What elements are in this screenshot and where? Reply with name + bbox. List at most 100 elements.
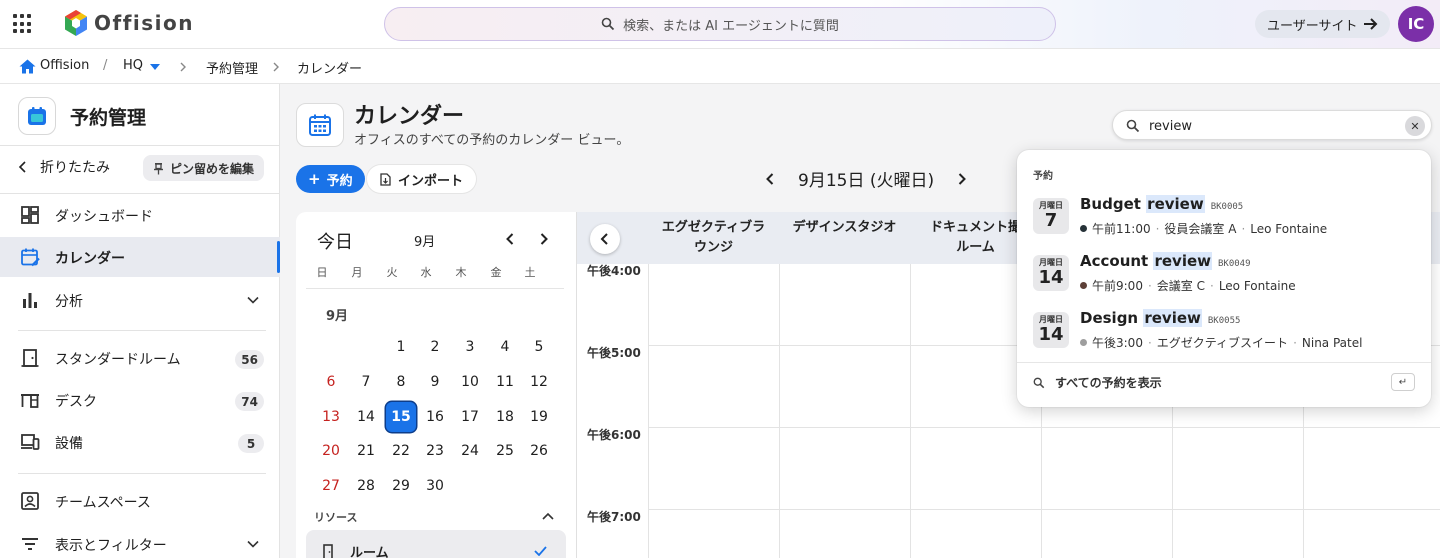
new-booking-button[interactable]: + 予約 [296, 165, 365, 193]
page-title: カレンダー [354, 104, 465, 129]
column-header-executive-lounge[interactable]: エグゼクティブラ ウンジ [648, 218, 779, 258]
chevron-down-icon[interactable] [246, 537, 260, 551]
result-title: Design review BK0055 [1080, 309, 1240, 327]
caret-down-icon[interactable] [150, 64, 160, 70]
booking-search-input[interactable] [1149, 116, 1399, 136]
clear-search-icon[interactable]: ✕ [1405, 116, 1425, 136]
calendar-day[interactable]: 8 [386, 367, 416, 397]
door-icon [21, 349, 39, 367]
sidebar-item-team-spaces[interactable]: チームスペース [0, 481, 280, 521]
sidebar-item-label: 設備 [55, 436, 83, 452]
scroll-back-button[interactable] [590, 224, 620, 254]
calendar-day[interactable]: 21 [351, 436, 381, 466]
result-title-highlight: review [1143, 309, 1202, 327]
calendar-day[interactable]: 1 [386, 332, 416, 362]
sidebar-item-desks[interactable]: デスク 74 [0, 380, 280, 420]
calendar-day[interactable]: 20 [316, 436, 346, 466]
chevron-right-icon[interactable] [536, 231, 552, 247]
page-icon [296, 103, 344, 147]
grid-column-line [779, 264, 780, 558]
show-all-bookings-button[interactable]: すべての予約を表示 [1033, 374, 1162, 391]
calendar-day[interactable]: 2 [420, 332, 450, 362]
search-icon [601, 17, 615, 31]
calendar-day[interactable]: 5 [524, 332, 554, 362]
pin-icon [154, 162, 163, 174]
calendar-day[interactable]: 10 [455, 367, 485, 397]
chevron-down-icon[interactable] [246, 293, 260, 307]
calendar-day[interactable]: 22 [386, 436, 416, 466]
column-header-design-studio[interactable]: デザインスタジオ [779, 218, 910, 238]
calendar-day[interactable]: 23 [420, 436, 450, 466]
date-badge: 月曜日 7 [1033, 198, 1069, 234]
calendar-day[interactable]: 16 [420, 402, 450, 432]
sidebar-item-calendar[interactable]: カレンダー [0, 237, 280, 277]
calendar-day-selected[interactable]: 15 [386, 402, 416, 432]
chevron-left-icon[interactable] [502, 231, 518, 247]
search-result-item[interactable]: 月曜日 14 Account review BK0049 午前9:00 · 会議室 … [1017, 252, 1431, 312]
resource-item-rooms[interactable]: ルーム [306, 530, 566, 558]
calendar-day[interactable]: 13 [316, 402, 346, 432]
user-site-button[interactable]: ユーザーサイト [1255, 10, 1391, 38]
calendar-day[interactable]: 6 [316, 367, 346, 397]
chevron-up-icon[interactable] [542, 512, 554, 520]
sidebar-item-dashboard[interactable]: ダッシュボード [0, 195, 280, 235]
user-avatar[interactable]: IC [1398, 6, 1434, 42]
calendar-day[interactable]: 19 [524, 402, 554, 432]
result-time: 午前9:00 [1092, 279, 1143, 293]
count-badge: 56 [235, 350, 264, 369]
weekday-header: 土 [524, 266, 536, 279]
result-person: Leo Fontaine [1250, 221, 1328, 236]
calendar-day[interactable]: 18 [490, 402, 520, 432]
grid-column-line [648, 264, 649, 558]
calendar-day[interactable]: 4 [490, 332, 520, 362]
sidebar-item-view-filters[interactable]: 表示とフィルター [0, 524, 280, 558]
search-result-item[interactable]: 月曜日 7 Budget review BK0005 午前11:00 · 役員会議室… [1017, 195, 1431, 255]
calendar-day[interactable]: 27 [316, 471, 346, 501]
result-room: 役員会議室 A [1164, 222, 1237, 236]
sidebar-item-equipment[interactable]: 設備 5 [0, 422, 280, 462]
sidebar-item-label: 分析 [55, 294, 83, 310]
app-launcher-icon[interactable] [13, 14, 33, 34]
global-search[interactable]: 検索、または AI エージェントに質問 [384, 7, 1056, 41]
sidebar-item-standard-rooms[interactable]: スタンダードルーム 56 [0, 338, 280, 378]
breadcrumb-separator: / [103, 58, 108, 73]
search-icon [1126, 119, 1140, 133]
weekday-header: 金 [490, 266, 502, 279]
calendar-day[interactable]: 29 [386, 471, 416, 501]
calendar-day[interactable]: 17 [455, 402, 485, 432]
calendar-day[interactable]: 26 [524, 436, 554, 466]
resource-item-label: ルーム [350, 546, 389, 558]
chevron-right-icon[interactable] [954, 171, 970, 187]
result-title-text: Design [1080, 309, 1139, 327]
today-button[interactable]: 今日 [317, 228, 353, 254]
app-logo[interactable]: Offision [64, 9, 194, 37]
calendar-day[interactable]: 11 [490, 367, 520, 397]
grid-hour-line [648, 509, 1440, 510]
calendar-day[interactable]: 24 [455, 436, 485, 466]
time-label: 午後6:00 [587, 428, 641, 442]
calendar-day[interactable]: 12 [524, 367, 554, 397]
import-button[interactable]: インポート [367, 165, 477, 193]
breadcrumb-section[interactable]: 予約管理 [206, 58, 258, 77]
weekday-header: 日 [316, 266, 328, 279]
time-label: 午後7:00 [587, 510, 641, 524]
calendar-day[interactable]: 28 [351, 471, 381, 501]
chevron-left-icon[interactable] [762, 171, 778, 187]
edit-pins-button[interactable]: ピン留めを編集 [143, 155, 265, 181]
sidebar-item-label: 表示とフィルター [55, 538, 167, 554]
calendar-day[interactable]: 14 [351, 402, 381, 432]
calendar-day[interactable]: 9 [420, 367, 450, 397]
search-result-item[interactable]: 月曜日 14 Design review BK0055 午後3:00 · エグゼクテ… [1017, 309, 1431, 369]
mini-calendar-month: 9月 [414, 235, 436, 250]
sidebar-item-label: スタンダードルーム [55, 352, 181, 368]
calendar-day[interactable]: 30 [420, 471, 450, 501]
calendar-day[interactable]: 7 [351, 367, 381, 397]
result-meta: 午後3:00 · エグゼクティブスイート · Nina Patel [1080, 334, 1362, 351]
breadcrumb-location[interactable]: HQ [123, 58, 143, 73]
plus-icon: + [308, 169, 321, 188]
sidebar-item-analytics[interactable]: 分析 [0, 280, 280, 320]
calendar-day[interactable]: 25 [490, 436, 520, 466]
calendar-day[interactable]: 3 [455, 332, 485, 362]
breadcrumb-home[interactable]: Offision [40, 58, 89, 73]
collapse-button[interactable]: 折りたたみ [18, 157, 110, 177]
